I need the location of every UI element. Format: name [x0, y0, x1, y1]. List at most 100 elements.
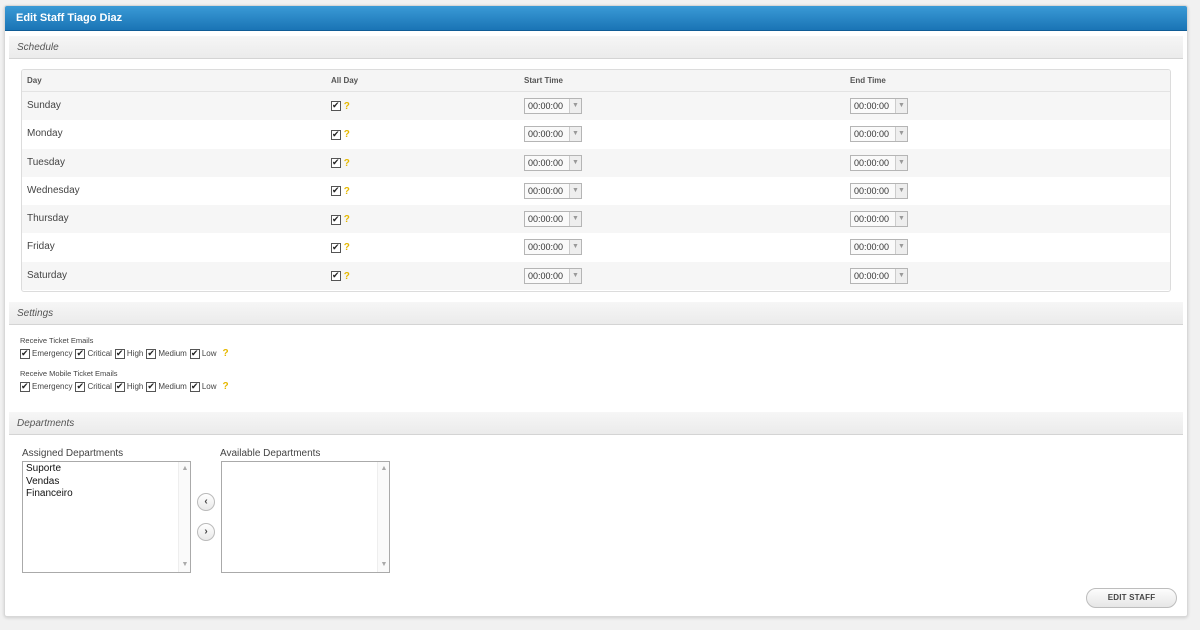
chevron-down-icon[interactable]: ▼ [895, 183, 907, 198]
schedule-rows: Sunday ? 00:00:00 ▼ 00:00:00 ▼ Monday ? 00:00:… [22, 92, 1170, 291]
critical-checkbox[interactable] [75, 347, 86, 360]
day-column-header: Day [27, 76, 42, 85]
edit-staff-panel: Edit Staff Tiago Diaz Schedule Day All D… [4, 5, 1188, 617]
schedule-row-wednesday: Wednesday ? 00:00:00 ▼ 00:00:00 ▼ [22, 177, 1170, 205]
end-time-select[interactable]: 00:00:00 ▼ [850, 239, 908, 256]
start-time-value: 00:00:00 [528, 129, 564, 140]
start-time-value: 00:00:00 [528, 101, 564, 111]
scroll-down-icon[interactable]: ▼ [179, 559, 191, 572]
available-departments-list[interactable]: ▲ ▼ [221, 461, 390, 573]
chevron-down-icon[interactable]: ▼ [895, 240, 907, 255]
end-time-select[interactable]: 00:00:00 ▼ [850, 98, 908, 114]
chevron-down-icon[interactable]: ▼ [569, 268, 581, 283]
day-name: Friday [27, 241, 55, 253]
help-icon[interactable]: ? [344, 186, 350, 197]
medium-checkbox[interactable] [146, 347, 157, 360]
end-time-select[interactable]: 00:00:00 ▼ [850, 211, 908, 228]
help-icon[interactable]: ? [344, 129, 350, 140]
department-option[interactable]: Financeiro [26, 488, 187, 501]
start-time-select[interactable]: 00:00:00 ▼ [524, 267, 582, 284]
critical-label: Critical [87, 382, 112, 392]
day-name: Saturday [27, 269, 68, 281]
scroll-down-icon[interactable]: ▼ [378, 559, 390, 572]
chevron-down-icon[interactable]: ▼ [895, 268, 907, 283]
start-time-select[interactable]: 00:00:00 ▼ [524, 239, 582, 256]
low-checkbox[interactable] [189, 380, 200, 393]
emergency-label: Emergency [32, 382, 73, 392]
chevron-down-icon[interactable]: ▼ [895, 155, 907, 170]
chevron-down-icon[interactable]: ▼ [569, 183, 581, 198]
high-checkbox[interactable] [114, 380, 125, 393]
chevron-down-icon[interactable]: ▼ [569, 212, 581, 227]
high-label: High [126, 349, 144, 359]
low-checkbox[interactable] [189, 347, 200, 360]
all-day-cell: ? [331, 213, 350, 226]
high-label: High [126, 382, 144, 392]
department-option[interactable]: Suporte [26, 463, 187, 476]
move-left-button[interactable]: ‹ [197, 493, 215, 511]
end-time-value: 00:00:00 [854, 185, 890, 196]
help-icon[interactable]: ? [344, 271, 350, 282]
chevron-down-icon[interactable]: ▼ [569, 155, 581, 170]
start-time-value: 00:00:00 [528, 270, 564, 281]
help-icon[interactable]: ? [223, 381, 229, 392]
all-day-checkbox[interactable] [331, 184, 341, 197]
end-time-column-header: End Time [850, 76, 886, 85]
medium-checkbox[interactable] [146, 380, 157, 393]
assigned-departments-label: Assigned Departments [22, 448, 124, 459]
day-name: Thursday [27, 213, 69, 225]
help-icon[interactable]: ? [344, 242, 350, 253]
assigned-list-scrollbar[interactable]: ▲ ▼ [178, 462, 190, 572]
high-checkbox[interactable] [114, 347, 125, 360]
day-name: Wednesday [27, 184, 80, 196]
all-day-checkbox[interactable] [331, 156, 341, 169]
scroll-up-icon[interactable]: ▲ [179, 463, 191, 476]
all-day-checkbox[interactable] [331, 128, 341, 141]
scroll-up-icon[interactable]: ▲ [378, 463, 390, 476]
low-label: Low [201, 382, 217, 392]
chevron-down-icon[interactable]: ▼ [569, 240, 581, 255]
chevron-down-icon[interactable]: ▼ [895, 99, 907, 113]
chevron-down-icon[interactable]: ▼ [569, 99, 581, 113]
all-day-checkbox[interactable] [331, 213, 341, 226]
help-icon[interactable]: ? [344, 214, 350, 225]
start-time-value: 00:00:00 [528, 157, 564, 168]
all-day-cell: ? [331, 128, 350, 141]
chevron-down-icon[interactable]: ▼ [895, 212, 907, 227]
chevron-down-icon[interactable]: ▼ [895, 127, 907, 142]
end-time-select[interactable]: 00:00:00 ▼ [850, 126, 908, 143]
start-time-select[interactable]: 00:00:00 ▼ [524, 126, 582, 143]
schedule-row-monday: Monday ? 00:00:00 ▼ 00:00:00 ▼ [22, 120, 1170, 148]
start-time-select[interactable]: 00:00:00 ▼ [524, 211, 582, 228]
end-time-select[interactable]: 00:00:00 ▼ [850, 267, 908, 284]
start-time-value: 00:00:00 [528, 242, 564, 253]
help-icon[interactable]: ? [344, 101, 350, 112]
departments-section-header: Departments [9, 412, 1183, 435]
department-option[interactable]: Vendas [26, 476, 187, 489]
critical-checkbox[interactable] [75, 380, 86, 393]
all-day-checkbox[interactable] [331, 99, 341, 112]
medium-label: Medium [158, 382, 187, 392]
start-time-select[interactable]: 00:00:00 ▼ [524, 154, 582, 171]
move-right-button[interactable]: › [197, 523, 215, 541]
start-time-select[interactable]: 00:00:00 ▼ [524, 98, 582, 114]
emergency-checkbox[interactable] [20, 380, 30, 393]
emergency-checkbox[interactable] [20, 347, 30, 360]
schedule-table: Day All Day Start Time End Time Sunday ?… [21, 69, 1171, 292]
end-time-select[interactable]: 00:00:00 ▼ [850, 182, 908, 199]
start-time-select[interactable]: 00:00:00 ▼ [524, 182, 582, 199]
all-day-checkbox[interactable] [331, 241, 341, 254]
schedule-section-header: Schedule [9, 36, 1183, 59]
end-time-select[interactable]: 00:00:00 ▼ [850, 154, 908, 171]
emergency-label: Emergency [32, 349, 73, 359]
assigned-departments-list[interactable]: Suporte Vendas Financeiro ▲ ▼ [22, 461, 191, 573]
available-list-scrollbar[interactable]: ▲ ▼ [377, 462, 389, 572]
chevron-down-icon[interactable]: ▼ [569, 127, 581, 142]
all-day-checkbox[interactable] [331, 269, 341, 282]
help-icon[interactable]: ? [223, 348, 229, 359]
end-time-value: 00:00:00 [854, 214, 890, 225]
help-icon[interactable]: ? [344, 158, 350, 169]
edit-staff-button[interactable]: EDIT STAFF [1086, 588, 1177, 608]
day-name: Sunday [27, 100, 61, 111]
low-label: Low [201, 349, 217, 359]
